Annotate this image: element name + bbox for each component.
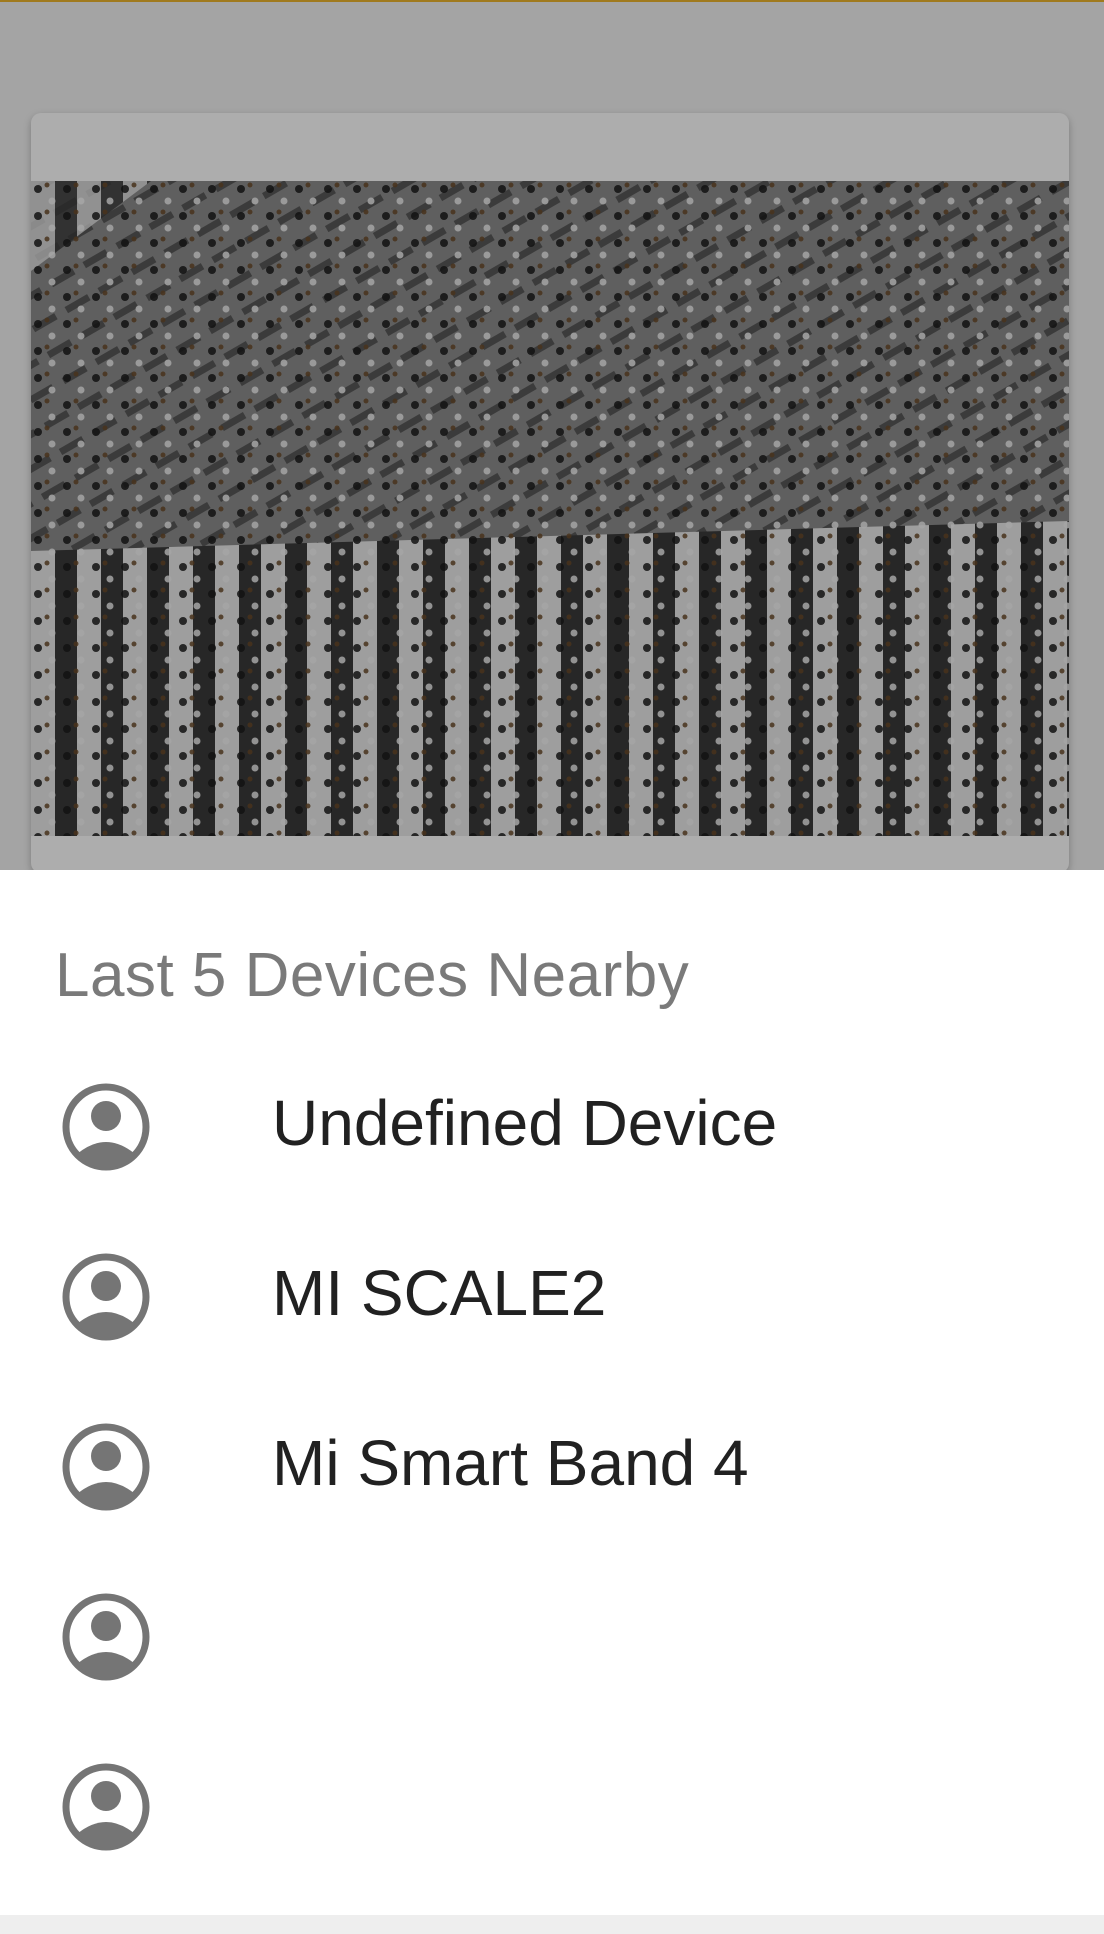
device-list-item[interactable]: Undefined Device bbox=[0, 1040, 1104, 1210]
account-circle-icon bbox=[61, 1422, 151, 1512]
sheet-title: Last 5 Devices Nearby bbox=[55, 941, 690, 1010]
devices-bottom-sheet: Last 5 Devices Nearby Undefined Device M… bbox=[0, 870, 1104, 1915]
account-circle-icon bbox=[61, 1082, 151, 1172]
device-list-item[interactable]: MI SCALE2 bbox=[0, 1210, 1104, 1380]
device-name: Undefined Device bbox=[272, 1087, 778, 1159]
device-list: Undefined Device MI SCALE2 Mi Smart Band… bbox=[0, 1040, 1104, 1890]
modal-scrim[interactable] bbox=[0, 0, 1104, 870]
device-list-item[interactable] bbox=[0, 1550, 1104, 1720]
device-list-item[interactable]: Mi Smart Band 4 bbox=[0, 1380, 1104, 1550]
device-list-item[interactable] bbox=[0, 1720, 1104, 1890]
screen: Last 5 Devices Nearby Undefined Device M… bbox=[0, 0, 1104, 1934]
account-circle-icon bbox=[61, 1762, 151, 1852]
account-circle-icon bbox=[61, 1592, 151, 1682]
account-circle-icon bbox=[61, 1252, 151, 1342]
device-name: MI SCALE2 bbox=[272, 1257, 607, 1329]
navigation-bar-area bbox=[0, 1915, 1104, 1934]
device-name: Mi Smart Band 4 bbox=[272, 1427, 749, 1499]
